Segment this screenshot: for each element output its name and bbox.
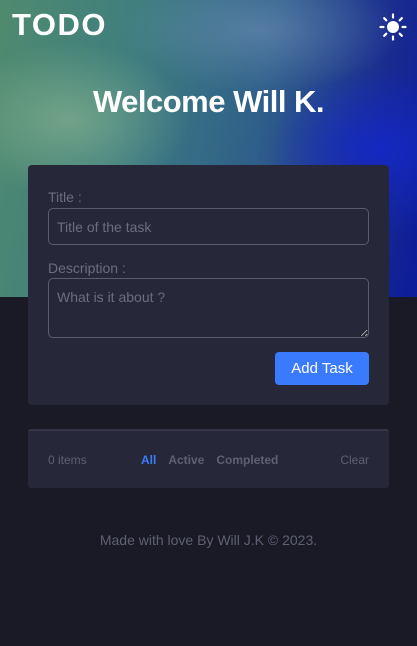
footer-credit: Made with love By Will J.K © 2023. <box>99 532 318 548</box>
filter-group: All Active Completed <box>141 453 278 467</box>
filter-completed[interactable]: Completed <box>216 453 278 467</box>
clear-button[interactable]: Clear <box>340 453 369 467</box>
add-task-button[interactable]: Add Task <box>275 352 369 385</box>
task-list-footer: 0 items All Active Completed Clear <box>28 429 389 488</box>
app-logo: TODO <box>12 7 107 42</box>
filter-all[interactable]: All <box>141 453 156 467</box>
new-task-form: Title : Description : Add Task <box>28 165 389 405</box>
welcome-heading: Welcome Will K. <box>92 84 325 119</box>
title-label: Title : <box>48 189 82 205</box>
app-page: TODO Welcome Will K. Title : Desc <box>0 0 417 646</box>
filter-active[interactable]: Active <box>168 453 204 467</box>
description-input[interactable] <box>48 278 369 338</box>
title-input[interactable] <box>48 208 369 245</box>
sun-icon <box>379 13 407 44</box>
items-count: 0 items <box>48 453 87 467</box>
theme-toggle-button[interactable] <box>379 13 407 41</box>
description-label: Description : <box>48 260 126 276</box>
